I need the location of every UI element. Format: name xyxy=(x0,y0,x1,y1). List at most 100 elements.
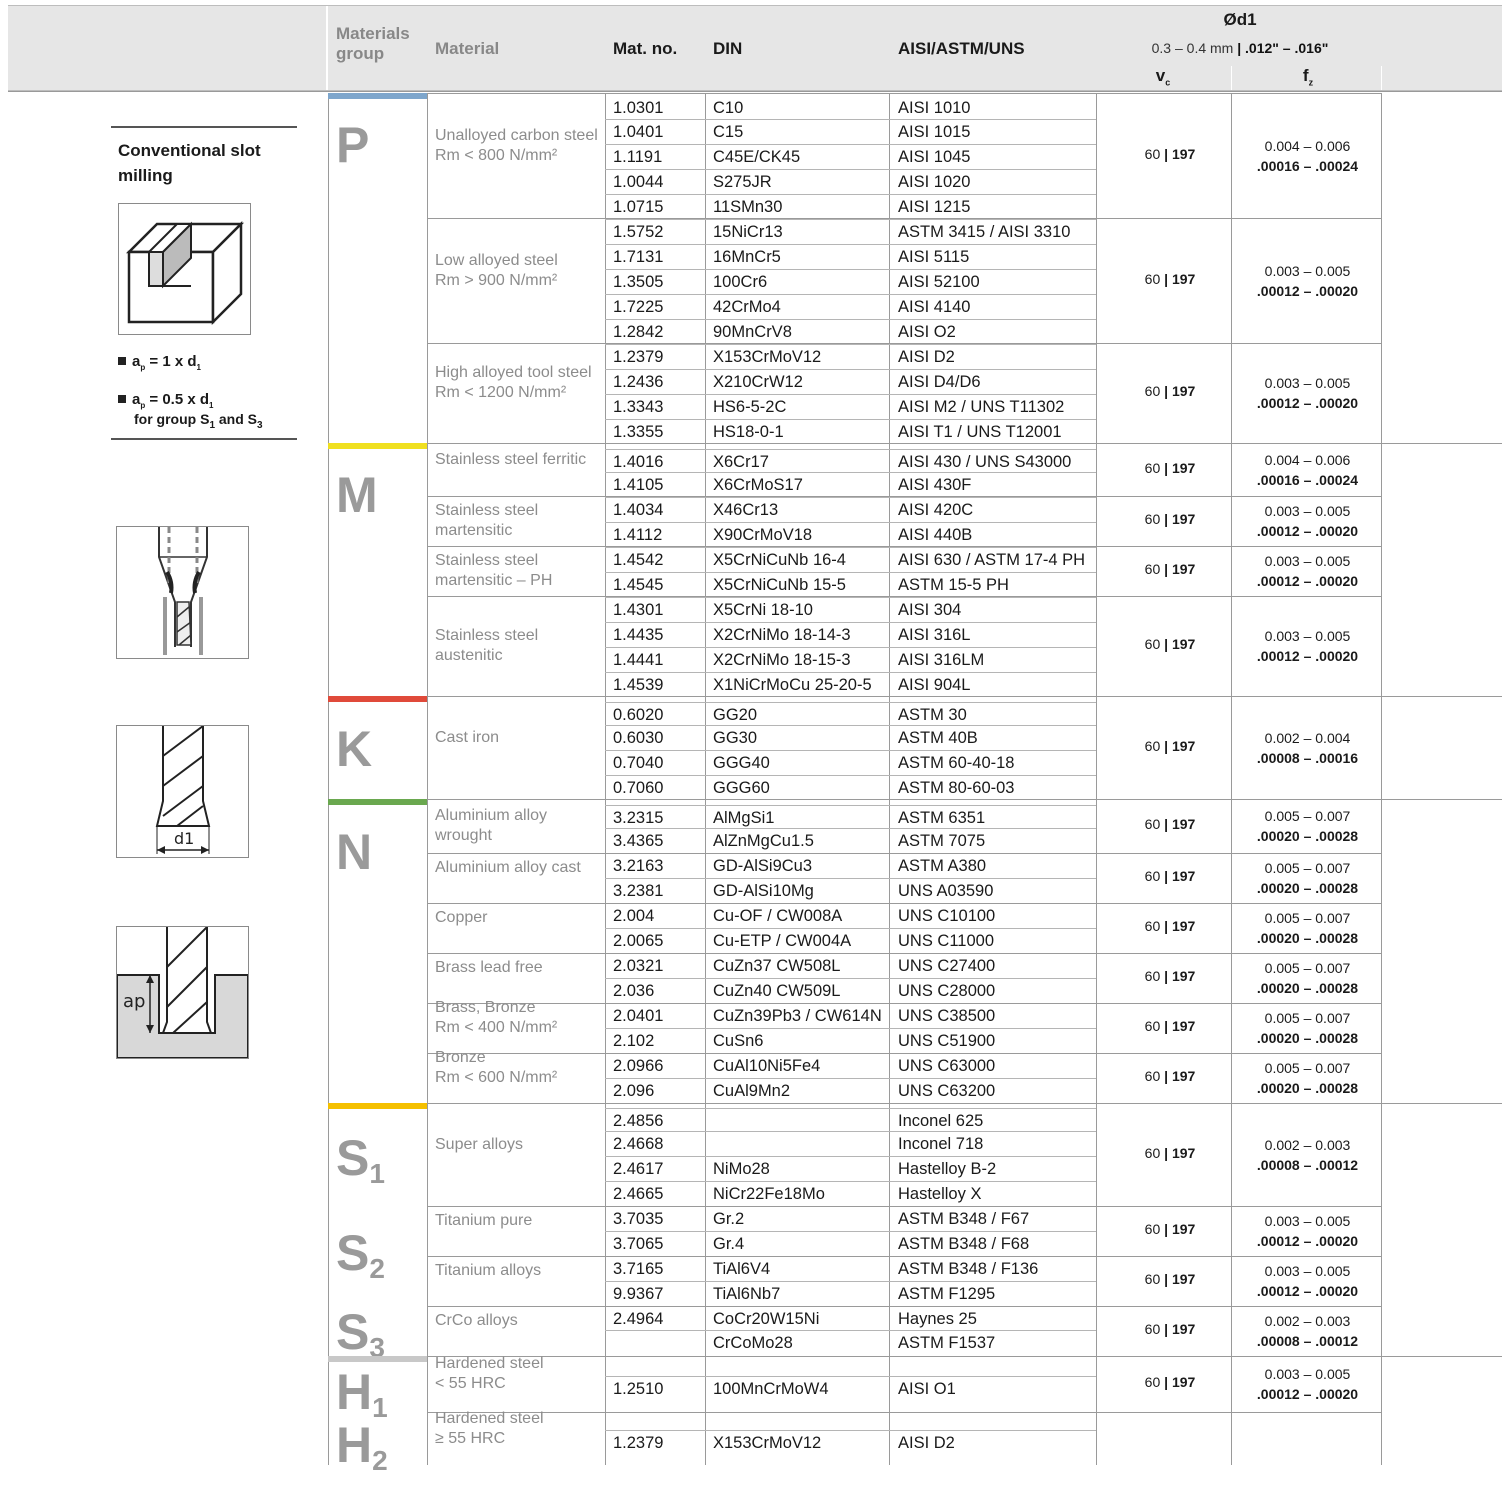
row-line xyxy=(605,1108,1096,1109)
table-cell-aisi: AISI 1215 xyxy=(898,198,971,216)
row-line xyxy=(605,169,1096,170)
table-cell-aisi: AISI 630 / ASTM 17-4 PH xyxy=(898,551,1086,569)
table-cell-din: CuAl9Mn2 xyxy=(713,1082,791,1100)
row-line xyxy=(605,472,1096,473)
table-cell-din: TiAl6V4 xyxy=(713,1260,771,1278)
table-cell-aisi: AISI D4/D6 xyxy=(898,373,981,391)
cutting-speed: 60 | 197 xyxy=(1144,270,1196,287)
row-line xyxy=(605,369,1096,370)
cutting-speed: 60 | 197 xyxy=(1144,383,1196,399)
feed-per-tooth: 0.005 – 0.007.00020 – .00028 xyxy=(1256,808,1359,844)
table-cell-matno: 1.2436 xyxy=(613,373,664,391)
material-label: Unalloyed carbon steel xyxy=(435,126,598,144)
column-line xyxy=(605,93,606,1465)
cutting-speed: 60 | 197 xyxy=(1144,511,1196,527)
material-name: Stainless steel martensitic xyxy=(435,501,600,541)
table-cell-matno: 2.0966 xyxy=(613,1057,664,1075)
feed-per-tooth: 0.005 – 0.007.00020 – .00028 xyxy=(1256,910,1359,946)
header-fz: fz xyxy=(1280,66,1336,87)
row-line xyxy=(605,497,1096,498)
row-line xyxy=(605,1376,1096,1377)
feed-per-tooth: 0.005 – 0.007.00020 – .00028 xyxy=(1256,960,1359,996)
feed-per-tooth: 0.003 – 0.005.00012 – .00020 xyxy=(1256,1366,1359,1402)
table-cell-aisi: AISI D2 xyxy=(898,1434,955,1452)
group-letter: M xyxy=(336,467,378,523)
cutting-speed: 60 | 197 xyxy=(1144,1271,1196,1287)
table-cell-matno: 0.6020 xyxy=(613,706,664,724)
group-color-bar xyxy=(328,443,427,449)
table-cell-din: CoCr20W15Ni xyxy=(713,1310,820,1328)
material-separator xyxy=(427,343,1381,344)
row-line xyxy=(605,828,1096,829)
material-label: Stainless steel ferritic xyxy=(435,450,587,468)
row-line xyxy=(605,572,1096,573)
table-cell-din: GD-AlSi10Mg xyxy=(713,882,814,900)
row-line xyxy=(605,194,1096,195)
material-name: Low alloyed steel Rm > 900 N/mm² xyxy=(435,251,600,291)
table-cell-matno: 2.036 xyxy=(613,982,655,1000)
cutting-speed: 60 | 197 xyxy=(1144,561,1196,577)
row-line xyxy=(605,978,1096,979)
header-vline xyxy=(1381,66,1382,90)
table-cell-matno: 1.4016 xyxy=(613,453,664,471)
row-line xyxy=(605,1131,1096,1132)
range-inch: .012" – .016" xyxy=(1245,40,1329,56)
feed-per-tooth: 0.003 – 0.005.00012 – .00020 xyxy=(1256,375,1359,411)
material-name: Hardened steel ≥ 55 HRC xyxy=(435,1409,600,1449)
row-line xyxy=(605,219,1096,220)
table-cell-din: 100MnCrMoW4 xyxy=(713,1380,829,1398)
material-label: Stainless steel martensitic – PH xyxy=(435,552,553,589)
material-name: Titanium alloys xyxy=(435,1261,600,1281)
table-cell-din: GGG60 xyxy=(713,779,770,797)
table-cell-din: 15NiCr13 xyxy=(713,223,783,241)
material-name: Stainless steel martensitic – PH xyxy=(435,551,600,591)
table-cell-matno: 2.0065 xyxy=(613,932,664,950)
material-name: Hardened steel < 55 HRC xyxy=(435,1354,600,1394)
material-name: Aluminium alloy cast xyxy=(435,858,600,878)
table-cell-aisi: AISI 304 xyxy=(898,601,962,619)
table-cell-aisi: UNS C10100 xyxy=(898,907,996,925)
material-name: Stainless steel ferritic xyxy=(435,450,600,470)
table-cell-aisi: AISI O1 xyxy=(898,1380,956,1398)
table-cell-aisi: AISI 316L xyxy=(898,626,971,644)
header-diameter-range: 0.3 – 0.4 mm | .012" – .016" xyxy=(1100,40,1380,56)
table-cell-aisi: ASTM 30 xyxy=(898,706,967,724)
row-line xyxy=(605,597,1096,598)
table-cell-din: GD-AlSi9Cu3 xyxy=(713,857,813,875)
table-cell-matno: 2.0401 xyxy=(613,1007,664,1025)
material-note: < 55 HRC xyxy=(435,1375,506,1392)
material-label: Low alloyed steel xyxy=(435,251,558,269)
material-name: CrCo alloys xyxy=(435,1311,600,1331)
material-separator xyxy=(427,546,1381,547)
table-cell-din: X5CrNiCuNb 16-4 xyxy=(713,551,846,569)
d1-label: d1 xyxy=(174,829,194,848)
cutting-speed: 60 | 197 xyxy=(1144,636,1196,652)
row-line xyxy=(605,928,1096,929)
table-cell-aisi: ASTM B348 / F68 xyxy=(898,1235,1030,1253)
row-line xyxy=(605,1330,1096,1331)
header-aisi: AISI/ASTM/UNS xyxy=(898,39,1025,58)
table-cell-aisi: ASTM F1537 xyxy=(898,1334,996,1352)
row-line xyxy=(605,419,1096,420)
cutting-speed: 60 | 197 xyxy=(1144,1018,1196,1034)
table-cell-matno: 9.9367 xyxy=(613,1285,664,1303)
column-line xyxy=(889,93,890,1465)
material-name: Super alloys xyxy=(435,1135,600,1155)
table-cell-aisi: ASTM B348 / F67 xyxy=(898,1210,1030,1228)
row-line xyxy=(605,294,1096,295)
table-cell-din: AlZnMgCu1.5 xyxy=(713,832,814,850)
material-label: Copper xyxy=(435,909,488,926)
table-cell-aisi: UNS A03590 xyxy=(898,882,994,900)
table-cell-aisi: ASTM 15-5 PH xyxy=(898,576,1009,594)
table-cell-aisi: AISI 430F xyxy=(898,476,972,494)
table-cell-aisi: ASTM 7075 xyxy=(898,832,986,850)
group-letter: H2 xyxy=(336,1417,388,1476)
material-label: Hardened steel xyxy=(435,1409,544,1427)
table-cell-din: AlMgSi1 xyxy=(713,809,775,827)
material-label: Bronze xyxy=(435,1049,486,1066)
table-cell-matno: 1.4301 xyxy=(613,601,664,619)
table-cell-din: CrCoMo28 xyxy=(713,1334,793,1352)
table-cell-matno: 1.0401 xyxy=(613,123,664,141)
row-line xyxy=(605,702,1096,703)
table-cell-aisi: AISI M2 / UNS T11302 xyxy=(898,398,1065,416)
